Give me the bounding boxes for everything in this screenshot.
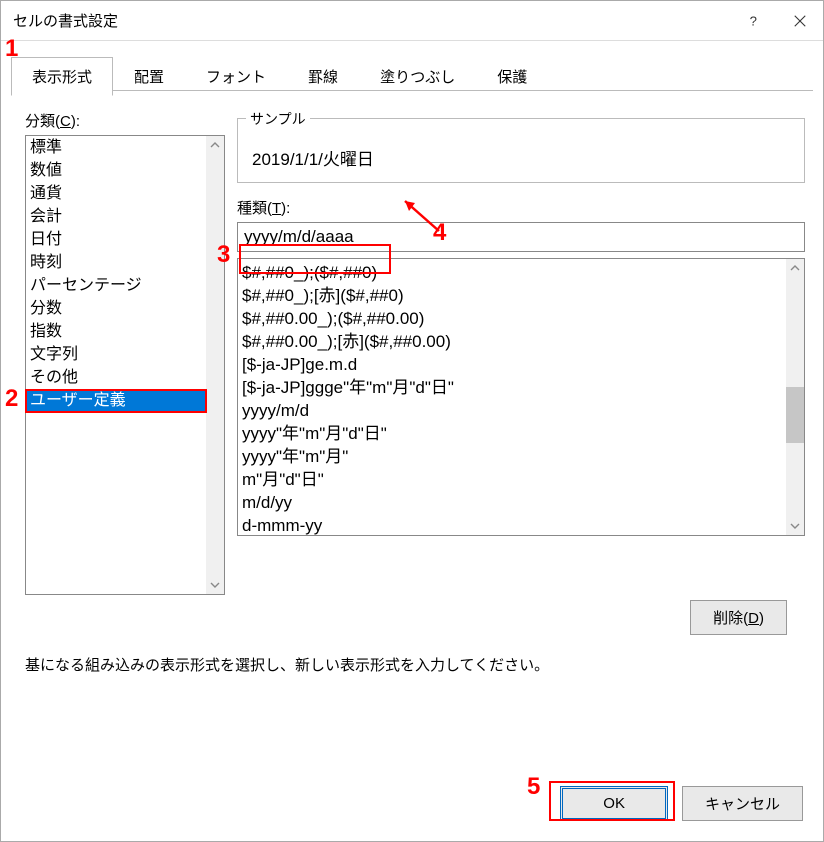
list-item[interactable]: [$-ja-JP]ge.m.d <box>242 353 782 376</box>
annotation-2: 2 <box>5 385 18 413</box>
scroll-down-icon[interactable] <box>786 517 804 535</box>
format-items: $#,##0_);($#,##0)$#,##0_);[赤]($#,##0)$#,… <box>238 259 786 535</box>
svg-text:?: ? <box>750 14 757 28</box>
tab-content: 分類(C): 標準数値通貨会計日付時刻パーセンテージ分数指数文字列その他ユーザー… <box>1 96 823 110</box>
annotation-5: 5 <box>527 773 540 801</box>
list-item[interactable]: その他 <box>26 366 206 389</box>
titlebar: セルの書式設定 ? <box>1 1 823 41</box>
type-section: 種類(T): $#,##0_);($#,##0)$#,##0_);[赤]($#,… <box>237 197 805 536</box>
window-title: セルの書式設定 <box>13 10 731 31</box>
close-icon <box>793 14 807 28</box>
category-label: 分類(C): <box>25 110 225 131</box>
list-item[interactable]: 通貨 <box>26 182 206 205</box>
type-label: 種類(T): <box>237 197 805 218</box>
sample-legend: サンプル <box>246 109 310 129</box>
list-item[interactable]: $#,##0.00_);($#,##0.00) <box>242 307 782 330</box>
category-column: 分類(C): 標準数値通貨会計日付時刻パーセンテージ分数指数文字列その他ユーザー… <box>25 110 225 595</box>
scroll-up-icon[interactable] <box>786 259 804 277</box>
list-item[interactable]: 会計 <box>26 205 206 228</box>
scroll-thumb[interactable] <box>786 387 804 443</box>
category-items: 標準数値通貨会計日付時刻パーセンテージ分数指数文字列その他ユーザー定義 <box>26 136 206 594</box>
instruction-text: 基になる組み込みの表示形式を選択し、新しい表示形式を入力してください。 <box>25 654 549 675</box>
list-item[interactable]: 指数 <box>26 320 206 343</box>
ok-button[interactable]: OK <box>560 786 668 821</box>
list-item[interactable]: 数値 <box>26 159 206 182</box>
list-item[interactable]: yyyy"年"m"月" <box>242 445 782 468</box>
list-item[interactable]: 日付 <box>26 228 206 251</box>
format-list[interactable]: $#,##0_);($#,##0)$#,##0_);[赤]($#,##0)$#,… <box>237 258 805 536</box>
help-button[interactable]: ? <box>731 1 777 41</box>
delete-button[interactable]: 削除(D) <box>690 600 787 635</box>
list-item[interactable]: m"月"d"日" <box>242 468 782 491</box>
details-column: サンプル 2019/1/1/火曜日 種類(T): $#,##0_);($#,##… <box>237 110 805 536</box>
scroll-track <box>206 154 224 576</box>
tab-strip: 表示形式 配置 フォント 罫線 塗りつぶし 保護 <box>1 41 823 96</box>
format-scrollbar[interactable] <box>786 259 804 535</box>
list-item[interactable]: パーセンテージ <box>26 274 206 297</box>
list-item[interactable]: m/d/yy <box>242 491 782 514</box>
scroll-up-icon[interactable] <box>206 136 224 154</box>
cancel-button[interactable]: キャンセル <box>682 786 803 821</box>
list-item[interactable]: [$-ja-JP]ggge"年"m"月"d"日" <box>242 376 782 399</box>
list-item[interactable]: 文字列 <box>26 343 206 366</box>
list-item[interactable]: yyyy"年"m"月"d"日" <box>242 422 782 445</box>
list-item[interactable]: 時刻 <box>26 251 206 274</box>
scroll-down-icon[interactable] <box>206 576 224 594</box>
list-item[interactable]: 標準 <box>26 136 206 159</box>
list-item[interactable]: $#,##0_);($#,##0) <box>242 261 782 284</box>
sample-box: サンプル 2019/1/1/火曜日 <box>237 118 805 183</box>
sample-value: 2019/1/1/火曜日 <box>252 150 374 169</box>
scroll-track <box>786 277 804 517</box>
help-icon: ? <box>747 14 761 28</box>
close-button[interactable] <box>777 1 823 41</box>
list-item[interactable]: ユーザー定義 <box>26 389 206 412</box>
list-item[interactable]: d-mmm-yy <box>242 514 782 535</box>
tab-number-format[interactable]: 表示形式 <box>11 57 113 96</box>
list-item[interactable]: yyyy/m/d <box>242 399 782 422</box>
dialog-buttons: OK キャンセル <box>560 786 803 821</box>
tab-underline <box>11 90 813 91</box>
list-item[interactable]: 分数 <box>26 297 206 320</box>
type-input[interactable] <box>237 222 805 252</box>
format-cells-dialog: セルの書式設定 ? 表示形式 配置 フォント 罫線 塗りつぶし 保護 分類(C)… <box>0 0 824 842</box>
category-listbox[interactable]: 標準数値通貨会計日付時刻パーセンテージ分数指数文字列その他ユーザー定義 <box>25 135 225 595</box>
list-item[interactable]: $#,##0.00_);[赤]($#,##0.00) <box>242 330 782 353</box>
category-scrollbar[interactable] <box>206 136 224 594</box>
list-item[interactable]: $#,##0_);[赤]($#,##0) <box>242 284 782 307</box>
